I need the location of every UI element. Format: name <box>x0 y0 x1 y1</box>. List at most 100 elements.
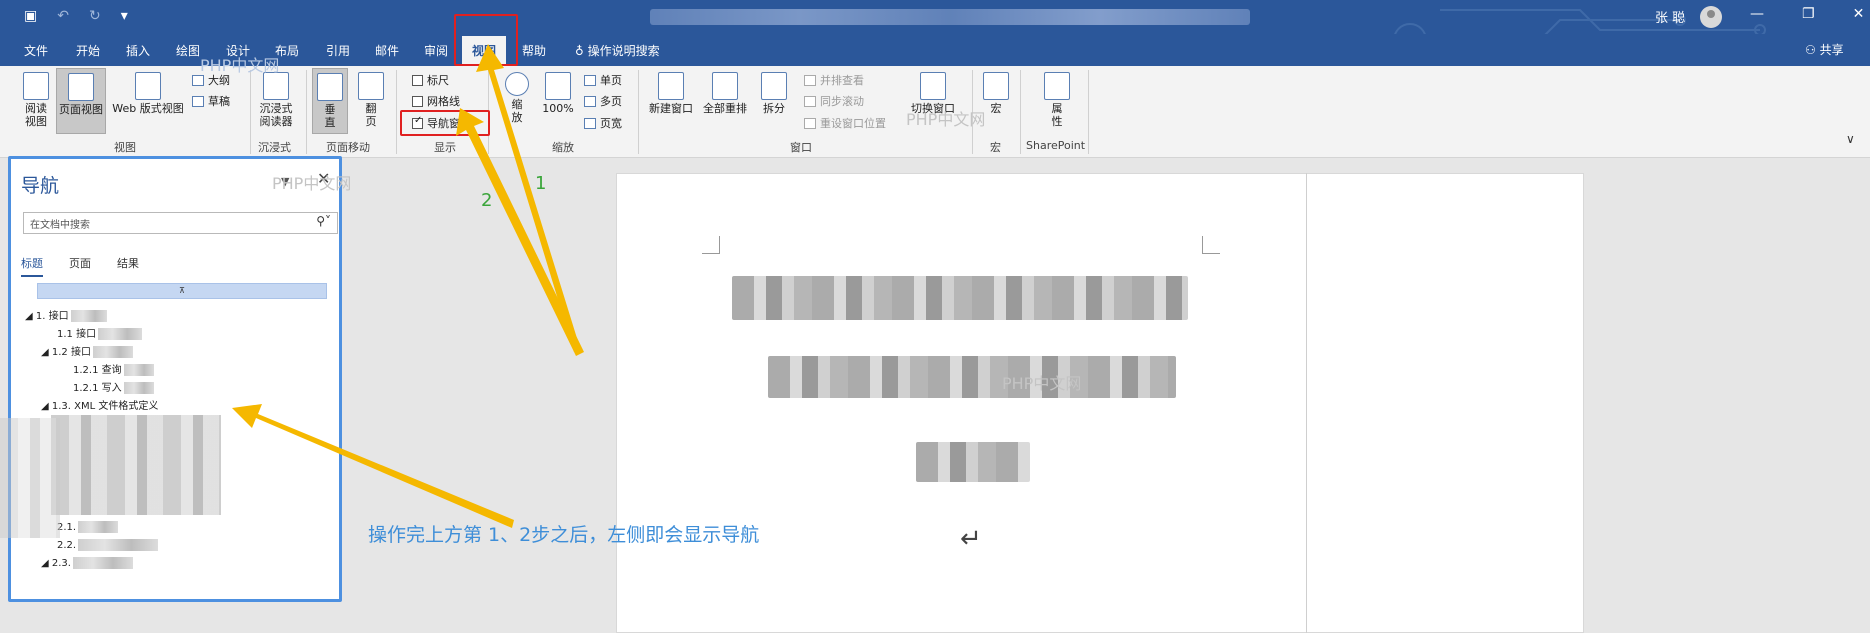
page-width-label: 页宽 <box>600 117 622 130</box>
new-window-button[interactable]: 新建窗口 <box>646 72 696 115</box>
avatar[interactable] <box>1700 6 1722 28</box>
search-placeholder: 在文档中搜索 <box>30 220 90 231</box>
heading-item[interactable]: ◢ 2.3. <box>41 557 133 569</box>
heading-item[interactable]: ◢ 1. 接口 <box>25 307 107 322</box>
zoom-button[interactable]: 缩放 <box>500 72 534 124</box>
sync-scroll-button[interactable]: 同步滚动 <box>804 93 864 109</box>
page-margin-line <box>1306 173 1307 633</box>
read-mode-label: 阅读视图 <box>25 102 47 128</box>
page-width-icon <box>584 117 596 129</box>
tab-file[interactable]: 文件 <box>24 42 48 59</box>
share-button[interactable]: ⚇ 共享 <box>1805 41 1844 58</box>
annotation-caption: 操作完上方第 1、2步之后，左侧即会显示导航 <box>368 524 760 546</box>
group-immersive-label: 沉浸式 <box>258 141 291 154</box>
window-controls: — ❐ ✕ <box>1750 6 1864 22</box>
reset-window-position-button[interactable]: 重设窗口位置 <box>804 115 886 131</box>
zoom-100-label: 100% <box>542 102 574 115</box>
one-page-button[interactable]: 单页 <box>584 72 622 88</box>
redo-icon[interactable]: ↻ <box>89 8 101 24</box>
gridlines-label: 网格线 <box>427 95 460 108</box>
heading-item[interactable]: ◢ 1.3. XML 文件格式定义 <box>41 397 158 412</box>
ruler-checkbox[interactable]: 标尺 <box>412 72 449 88</box>
undo-icon[interactable]: ↶ <box>57 8 69 24</box>
save-icon[interactable]: ▣ <box>24 8 37 24</box>
margin-corner-mark <box>1202 236 1220 254</box>
document-page[interactable] <box>616 173 1584 633</box>
group-separator <box>250 70 251 154</box>
blurred-heading-line <box>768 356 1176 398</box>
share-label: 共享 <box>1819 43 1844 57</box>
group-page-move-label: 页面移动 <box>326 141 370 154</box>
arrange-all-button[interactable]: 全部重排 <box>700 72 750 115</box>
view-side-by-side-button[interactable]: 并排查看 <box>804 72 864 88</box>
tab-help[interactable]: 帮助 <box>522 42 546 59</box>
tab-insert[interactable]: 插入 <box>126 42 150 59</box>
tab-review[interactable]: 审阅 <box>424 42 448 59</box>
heading-text: 2.2. <box>57 540 77 551</box>
gridlines-checkbox[interactable]: 网格线 <box>412 93 460 109</box>
switch-windows-icon <box>920 72 946 100</box>
web-layout-button[interactable]: Web 版式视图 <box>110 72 186 115</box>
vertical-button[interactable]: 垂直 <box>312 68 348 134</box>
page-width-button[interactable]: 页宽 <box>584 115 622 131</box>
properties-label: 属性 <box>1051 102 1063 128</box>
draft-button[interactable]: 草稿 <box>192 93 230 109</box>
tell-me-search[interactable]: ♁ 操作说明搜索 <box>575 42 660 59</box>
zoom-page-icon <box>545 72 571 100</box>
collapse-ribbon-icon[interactable]: ∨ <box>1846 132 1855 146</box>
heading-item[interactable]: 1.2.1 写入 <box>73 379 154 394</box>
heading-item[interactable]: 1.1 接口 <box>57 325 143 340</box>
immersive-reader-button[interactable]: 沉浸式阅读器 <box>256 72 296 128</box>
restore-button[interactable]: ❐ <box>1802 6 1815 22</box>
side-by-side-icon <box>804 74 816 86</box>
collapse-all-bar[interactable]: ⊼ <box>37 283 327 299</box>
multiple-pages-button[interactable]: 多页 <box>584 93 622 109</box>
print-layout-button[interactable]: 页面视图 <box>56 68 106 134</box>
zoom-100-button[interactable]: 100% <box>540 72 576 115</box>
group-separator <box>638 70 639 154</box>
ruler-label: 标尺 <box>427 74 449 87</box>
close-button[interactable]: ✕ <box>1853 6 1865 22</box>
tab-results[interactable]: 结果 <box>117 255 139 271</box>
paragraph-mark-icon: ↵ <box>960 524 982 554</box>
new-window-icon <box>658 72 684 100</box>
highlight-nav-pane-checkbox <box>400 110 490 136</box>
group-separator <box>1020 70 1021 154</box>
print-layout-label: 页面视图 <box>59 103 103 116</box>
tab-mailings[interactable]: 邮件 <box>375 42 399 59</box>
heading-text: 1.2.1 查询 <box>73 365 122 376</box>
step-2-label: 2 <box>481 190 493 211</box>
heading-item[interactable]: 2.2. <box>57 539 159 551</box>
heading-item[interactable]: 1.2.1 查询 <box>73 361 154 376</box>
heading-text: 2.3. <box>51 558 71 569</box>
watermark: PHP中文网 <box>200 56 280 75</box>
arrange-all-icon <box>712 72 738 100</box>
vertical-scroll-icon <box>317 73 343 101</box>
web-layout-label: Web 版式视图 <box>112 102 184 115</box>
tab-references[interactable]: 引用 <box>326 42 350 59</box>
nav-search-input[interactable]: 在文档中搜索 ⚲˅ <box>23 212 338 234</box>
group-window-label: 窗口 <box>790 141 812 154</box>
user-name: 张 聪 <box>1655 11 1686 26</box>
customize-icon[interactable]: ▾ <box>121 8 128 24</box>
search-icon[interactable]: ⚲˅ <box>316 214 331 228</box>
magnifier-icon <box>505 72 529 96</box>
minimize-button[interactable]: — <box>1750 6 1764 22</box>
side-to-side-button[interactable]: 翻页 <box>354 72 388 128</box>
properties-button[interactable]: 属性 <box>1040 72 1074 128</box>
split-label: 拆分 <box>763 102 785 115</box>
tab-home[interactable]: 开始 <box>76 42 100 59</box>
split-button[interactable]: 拆分 <box>756 72 792 115</box>
blurred-heading-line <box>732 276 1188 320</box>
one-page-icon <box>584 74 596 86</box>
tab-pages[interactable]: 页面 <box>69 255 91 271</box>
vertical-label: 垂直 <box>324 103 336 129</box>
read-mode-button[interactable]: 阅读视图 <box>20 72 52 128</box>
page-icon <box>68 73 94 101</box>
reset-position-icon <box>804 117 816 129</box>
heading-item[interactable]: ◢ 1.2 接口 <box>41 343 133 358</box>
sync-scroll-label: 同步滚动 <box>820 95 864 108</box>
tab-draw[interactable]: 绘图 <box>176 42 200 59</box>
tab-headings[interactable]: 标题 <box>21 255 43 277</box>
heading-item[interactable]: 2.1. <box>57 521 119 533</box>
